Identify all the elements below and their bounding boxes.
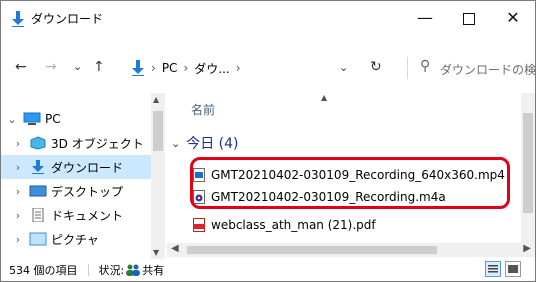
navigation-pane: ⌄ PC › 3D オブジェクト › ダウンロード › デスクトップ › ドキュ… — [1, 93, 165, 259]
download-icon — [32, 160, 44, 174]
explorer-window: ダウンロード — ✕ ← → ⌄ ↑ › PC › ダウ... › ⌄ ↻ ⚲ … — [0, 0, 536, 282]
large-icons-view-button[interactable] — [505, 261, 521, 277]
pc-icon — [23, 112, 41, 125]
refresh-button[interactable]: ↻ — [370, 59, 382, 75]
scroll-down-icon[interactable]: ▼ — [153, 248, 159, 257]
large-icons-view-icon — [508, 265, 518, 273]
file-name: webclass_ath_man (21).pdf — [211, 218, 376, 232]
scrollbar-thumb[interactable] — [187, 246, 437, 254]
breadcrumb-separator: › — [151, 61, 156, 75]
address-bar[interactable]: › PC › ダウ... › — [131, 58, 343, 78]
column-header-name[interactable]: 名前 — [191, 101, 215, 118]
close-button[interactable]: ✕ — [491, 1, 535, 35]
desktop-icon — [29, 185, 47, 197]
forward-button[interactable]: → — [45, 59, 57, 75]
tree-item-label: ダウンロード — [51, 160, 124, 175]
scroll-up-icon[interactable]: ▲ — [153, 95, 159, 104]
group-header-today[interactable]: ⌄ 今日 (4) — [171, 133, 239, 153]
chevron-right-icon[interactable]: › — [11, 137, 25, 150]
pdf-file-icon — [193, 218, 205, 232]
highlight-annotation — [190, 157, 510, 209]
scroll-right-icon[interactable]: ▶ — [523, 243, 531, 254]
breadcrumb-downloads[interactable]: ダウ... — [194, 60, 229, 77]
status-divider — [87, 264, 89, 276]
share-status-label: 状況: — [98, 264, 125, 277]
scroll-left-icon[interactable]: ◀ — [171, 243, 179, 254]
share-status: 状況: 共有 — [99, 262, 165, 278]
title-bar[interactable]: ダウンロード — ✕ — [1, 1, 535, 35]
picture-icon — [29, 232, 47, 246]
maximize-icon — [463, 12, 475, 25]
tree-item-label: PC — [45, 112, 61, 126]
tree-item-downloads[interactable]: › ダウンロード — [1, 155, 151, 179]
chevron-right-icon[interactable]: › — [11, 209, 25, 222]
maximize-button[interactable] — [447, 1, 491, 35]
minimize-button[interactable]: — — [403, 1, 447, 35]
close-icon: ✕ — [506, 8, 520, 27]
chevron-right-icon[interactable]: › — [11, 161, 25, 174]
recent-locations-button[interactable]: ⌄ — [73, 60, 82, 73]
status-bar: 534 個の項目 状況: 共有 — [1, 259, 535, 281]
people-icon — [126, 264, 141, 276]
back-button[interactable]: ← — [15, 59, 27, 75]
file-list-vertical-scrollbar[interactable] — [521, 93, 535, 243]
scrollbar-thumb[interactable] — [153, 111, 163, 151]
sort-up-icon: ▲ — [321, 93, 328, 102]
minimize-icon: — — [417, 8, 433, 27]
cube-icon — [30, 136, 46, 150]
navigation-pane-scrollbar[interactable]: ▲ ▼ — [151, 93, 165, 259]
document-icon — [32, 208, 44, 222]
tree-item-desktop[interactable]: › デスクトップ — [1, 179, 151, 203]
window-title: ダウンロード — [31, 12, 104, 26]
download-arrow-icon — [12, 11, 24, 27]
tree-item-documents[interactable]: › ドキュメント — [1, 203, 151, 227]
tree-item-label: 3D オブジェクト — [51, 136, 144, 151]
breadcrumb-pc[interactable]: PC — [162, 61, 178, 75]
navigation-bar: ← → ⌄ ↑ › PC › ダウ... › ⌄ ↻ ⚲ ダウンロードの検 — [1, 51, 535, 85]
tree-item-label: ドキュメント — [51, 208, 124, 223]
scrollbar-thumb[interactable] — [523, 113, 533, 213]
file-row[interactable]: webclass_ath_man (21).pdf — [193, 214, 376, 236]
tree-item-3d-objects[interactable]: › 3D オブジェクト — [1, 131, 151, 155]
chevron-right-icon[interactable]: › — [11, 233, 25, 246]
search-box[interactable]: ⚲ ダウンロードの検 — [407, 57, 536, 79]
share-status-value: 共有 — [142, 264, 165, 277]
chevron-down-icon[interactable]: ⌄ — [5, 113, 19, 126]
search-icon: ⚲ — [420, 58, 431, 74]
item-count: 534 個の項目 — [9, 264, 78, 277]
details-view-icon — [488, 265, 498, 273]
up-button[interactable]: ↑ — [93, 59, 105, 75]
tree-item-pictures[interactable]: › ピクチャ — [1, 227, 151, 251]
group-label: 今日 (4) — [186, 136, 239, 152]
tree-item-pc[interactable]: ⌄ PC — [1, 107, 151, 131]
breadcrumb-separator: › — [183, 61, 189, 75]
search-placeholder: ダウンロードの検 — [440, 63, 536, 77]
chevron-down-icon: ⌄ — [171, 136, 181, 150]
download-arrow-icon — [132, 60, 144, 76]
details-view-button[interactable] — [485, 261, 501, 277]
breadcrumb-separator: › — [235, 61, 241, 75]
tree-item-label: ピクチャ — [51, 232, 99, 247]
tree-item-label: デスクトップ — [51, 184, 124, 199]
chevron-right-icon[interactable]: › — [11, 185, 25, 198]
file-list-horizontal-scrollbar[interactable]: ◀ ▶ — [167, 243, 535, 257]
address-dropdown-button[interactable]: ⌄ — [339, 61, 348, 74]
